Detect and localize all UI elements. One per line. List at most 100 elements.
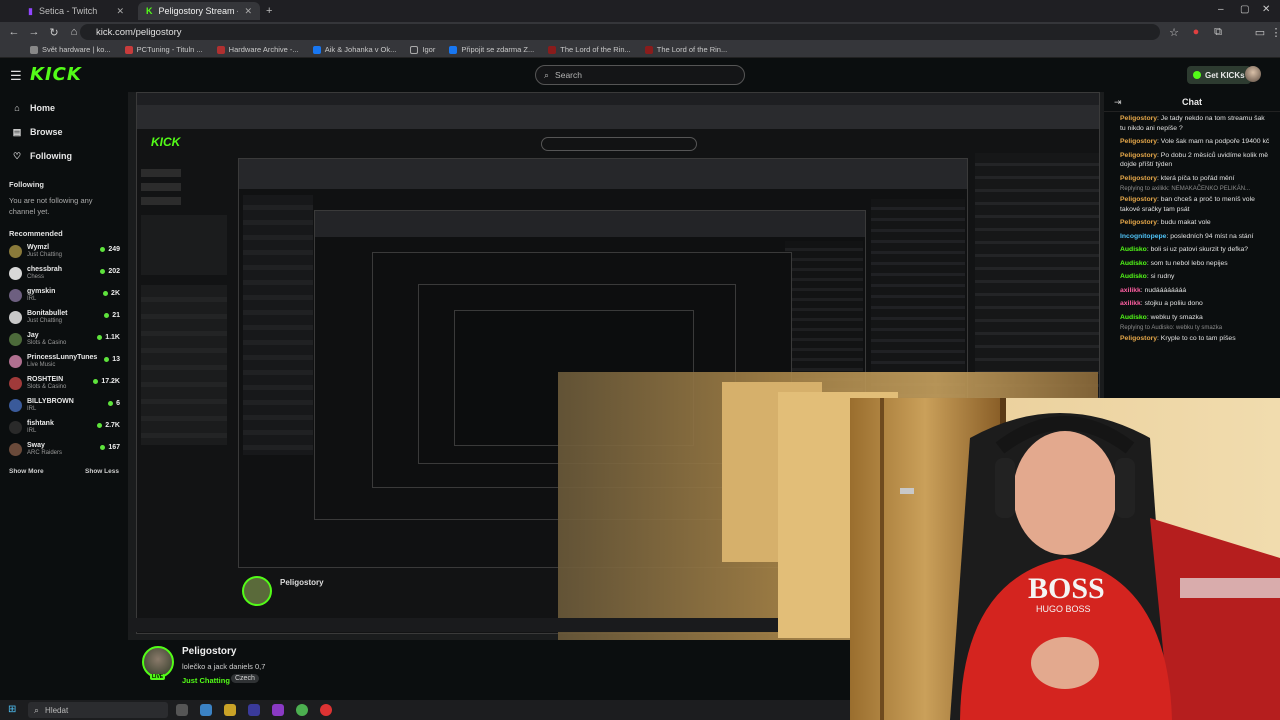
list-item[interactable]: Bonitabullet Just Chatting 21 — [0, 306, 128, 328]
chat-username[interactable]: axilikk — [1120, 300, 1141, 307]
channel-info: LIVE Peligostory lolečko a jack daniels … — [128, 640, 848, 700]
close-window-icon[interactable]: ✕ — [1262, 4, 1270, 15]
get-kicks-button[interactable]: Get KICKs — [1187, 66, 1251, 84]
bookmark[interactable]: Připojit se zdarma Z... — [449, 45, 534, 54]
list-item[interactable]: BILLYBROWN IRL 6 — [0, 394, 128, 416]
chat-message: Peligostory: Kryple to co to tam píšes — [1104, 332, 1280, 346]
chat-reply-context: Replying to Audisko: webku ty smazka — [1120, 325, 1223, 331]
list-item[interactable]: PrincessLunnyTunes Live Music 13 — [0, 350, 128, 372]
obs-icon[interactable] — [320, 704, 332, 716]
chat-username[interactable]: Audisko — [1120, 246, 1147, 253]
app-icon[interactable] — [224, 704, 236, 716]
avatar — [9, 376, 22, 390]
search-input[interactable]: ⌕ Search — [535, 65, 745, 85]
list-item[interactable]: Jay Slots & Casino 1.1K — [0, 328, 128, 350]
avatar — [9, 332, 22, 346]
ue-icon[interactable] — [248, 704, 260, 716]
chat-username[interactable]: Peligostory — [1120, 219, 1157, 226]
back-icon[interactable]: ← — [8, 26, 20, 38]
chrome-icon[interactable] — [296, 704, 308, 716]
chat-username[interactable]: Incognitopepe — [1120, 233, 1166, 240]
collapse-chat-icon[interactable]: ⇥ — [1114, 97, 1122, 108]
webcam-image: BOSS HUGO BOSS — [850, 398, 1280, 720]
star-icon[interactable]: ☆ — [1168, 26, 1180, 39]
channel-avatar[interactable]: LIVE — [142, 646, 174, 680]
chat-username[interactable]: Peligostory — [1120, 115, 1157, 122]
chat-username[interactable]: Peligostory — [1120, 152, 1157, 159]
list-item[interactable]: gymskin IRL 2K — [0, 284, 128, 306]
chat-username[interactable]: Peligostory — [1120, 196, 1157, 203]
twitch-icon: ▮ — [28, 5, 33, 16]
bookmark[interactable]: The Lord of the Rin... — [644, 45, 727, 54]
menu-dots-icon[interactable]: ⋮ — [1270, 26, 1280, 39]
list-item[interactable]: Sway ARC Raiders 167 — [0, 438, 128, 460]
chat-text: boli si uz patovi skurzit ty defka? — [1150, 246, 1249, 253]
channel-name[interactable]: Peligostory — [182, 646, 236, 657]
viewer-count: 167 — [100, 444, 120, 451]
puzzle-icon[interactable]: ⧉ — [1212, 26, 1224, 39]
kick-icon: K — [146, 6, 153, 16]
chat-username[interactable]: Peligostory — [1120, 175, 1157, 182]
sidebar-item-following[interactable]: ♡ Following — [0, 144, 128, 168]
file-explorer-icon[interactable] — [176, 704, 188, 716]
list-item[interactable]: ROSHTEIN Slots & Casino 17.2K — [0, 372, 128, 394]
bookmark-icon — [216, 45, 225, 54]
sidebar-item-label: Browse — [30, 127, 63, 137]
chat-username[interactable]: Audisko — [1120, 273, 1147, 280]
language-tag[interactable]: Czech — [231, 674, 259, 683]
chat-text: si rudny — [1150, 273, 1175, 280]
discord-icon[interactable] — [272, 704, 284, 716]
bookmark[interactable]: The Lord of the Rin... — [548, 45, 631, 54]
viewer-count: 17.2K — [93, 378, 120, 385]
tab-twitch[interactable]: ▮ Setica - Twitch ✕ — [20, 2, 132, 20]
reload-icon[interactable]: ↻ — [48, 26, 60, 39]
chat-username[interactable]: Audisko — [1120, 260, 1147, 267]
sidebar-item-label: Following — [30, 151, 72, 161]
extension-icon[interactable]: ● — [1190, 26, 1202, 38]
profile-icon[interactable]: ▭ — [1254, 26, 1266, 39]
kick-logo[interactable]: KICK — [30, 64, 82, 85]
os-taskbar: ⊞ ⌕ Hledat — [0, 700, 850, 720]
viewer-count: 202 — [100, 268, 120, 275]
close-icon[interactable]: ✕ — [116, 6, 124, 17]
url-field[interactable]: kick.com/peligostory — [80, 24, 1160, 40]
sidebar-item-home[interactable]: ⌂ Home — [0, 96, 128, 120]
chat-message: Peligostory: Po dobu 2 měsíců uvidíme ko… — [1104, 149, 1280, 172]
bookmark[interactable]: Igor — [410, 45, 435, 54]
avatar[interactable] — [1245, 66, 1261, 82]
chat-username[interactable]: Peligostory — [1120, 138, 1157, 145]
bookmark[interactable]: Hardware Archive -... — [216, 45, 299, 54]
search-icon: ⌕ — [34, 704, 40, 715]
chat-username[interactable]: Peligostory — [1120, 335, 1157, 342]
show-less-button[interactable]: Show Less — [85, 468, 119, 475]
bookmark[interactable]: Svět hardware | ko... — [30, 45, 111, 54]
windows-start-icon[interactable]: ⊞ — [8, 704, 16, 715]
avatar — [9, 442, 22, 456]
list-item[interactable]: Wymzl Just Chatting 249 — [0, 240, 128, 262]
new-tab-button[interactable]: + — [258, 2, 280, 20]
list-item[interactable]: fishtank IRL 2.7K — [0, 416, 128, 438]
chat-username[interactable]: axilikk — [1120, 287, 1141, 294]
category-link[interactable]: Just Chatting — [182, 676, 230, 685]
tab-kick[interactable]: K Peligostory Stream - Watch Li... ✕ — [138, 2, 260, 20]
close-icon[interactable]: ✕ — [244, 6, 252, 17]
show-more-button[interactable]: Show More — [9, 468, 44, 475]
home-icon[interactable]: ⌂ — [68, 26, 80, 38]
minimize-icon[interactable]: – — [1218, 4, 1224, 15]
sidebar-item-browse[interactable]: ▤ Browse — [0, 120, 128, 144]
forward-icon[interactable]: → — [28, 26, 40, 38]
chat-message: Audisko: som tu nebol lebo nepijes — [1104, 257, 1280, 271]
list-item[interactable]: chessbrah Chess 202 — [0, 262, 128, 284]
chat-text: která píča to pořád mění — [1160, 174, 1235, 182]
taskbar-search[interactable]: ⌕ Hledat — [28, 702, 168, 718]
chat-username[interactable]: Audisko — [1120, 314, 1147, 321]
edge-icon[interactable] — [200, 704, 212, 716]
maximize-icon[interactable]: ▢ — [1240, 4, 1249, 15]
menu-icon[interactable]: ☰ — [10, 68, 22, 84]
bookmark-icon — [548, 45, 557, 54]
bookmark[interactable]: Aik & Johanka v Ok... — [312, 45, 396, 54]
bookmark[interactable]: PCTuning - Tituln ... — [124, 45, 203, 54]
tab-label: Setica - Twitch — [38, 6, 98, 16]
browser-tab-strip: ▮ Setica - Twitch ✕ K Peligostory Stream… — [0, 0, 1280, 22]
bookmark-icon — [30, 45, 38, 54]
